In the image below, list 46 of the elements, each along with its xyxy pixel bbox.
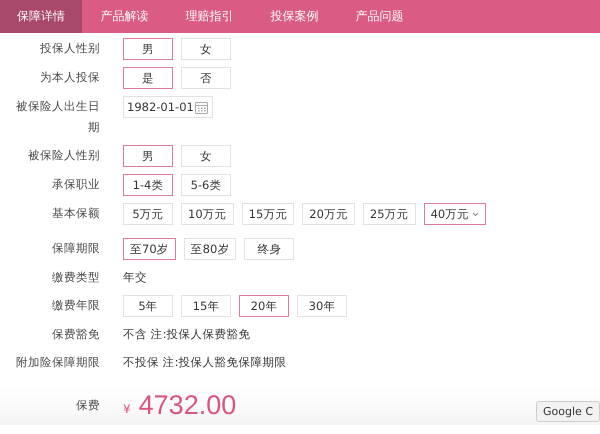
field-label: 保障期限: [51, 240, 100, 257]
option-button[interactable]: 20万元: [302, 203, 355, 225]
tab[interactable]: 理赔指引: [167, 0, 252, 33]
field-label: 缴费类型: [51, 269, 100, 286]
option-button[interactable]: 1-4类: [123, 174, 173, 196]
field-label: 承保职业: [51, 176, 100, 193]
option-button[interactable]: 女: [181, 145, 231, 167]
field-label: 保费豁免: [51, 326, 100, 343]
option-button[interactable]: 5-6类: [181, 174, 231, 196]
option-button[interactable]: 是: [123, 67, 173, 89]
option-button[interactable]: 否: [181, 67, 231, 89]
option-button[interactable]: 5万元: [123, 203, 173, 225]
option-button[interactable]: 15万元: [242, 203, 294, 225]
option-button[interactable]: 25万元: [362, 203, 416, 225]
tab[interactable]: 保障详情: [0, 0, 82, 33]
field-label: 投保人性别: [39, 40, 100, 57]
date-field[interactable]: 1982-01-01: [123, 96, 213, 118]
field-value: 年交: [123, 269, 147, 286]
field-label: 为本人投保: [39, 69, 100, 86]
field-label: 附加险保障期限: [15, 354, 100, 371]
option-button[interactable]: 至70岁: [123, 238, 176, 260]
tab[interactable]: 产品问题: [337, 0, 422, 33]
option-button[interactable]: 男: [123, 145, 173, 167]
option-button[interactable]: 40万元: [424, 203, 486, 225]
premium-label: 保费: [75, 396, 100, 414]
field-label: 基本保额: [51, 205, 100, 222]
option-button[interactable]: 20年: [239, 295, 289, 317]
option-button[interactable]: 30年: [297, 295, 347, 317]
option-button[interactable]: 5年: [123, 295, 173, 317]
field-label: 缴费年限: [51, 297, 100, 314]
tab[interactable]: 产品解读: [82, 0, 167, 33]
field-label: 被保险人出生日期: [15, 98, 100, 136]
field-value: 不含 注:投保人保费豁免: [123, 326, 251, 343]
premium-amount: 4732.00: [138, 390, 236, 420]
field-label: 被保险人性别: [27, 147, 100, 164]
currency-symbol: ¥: [123, 402, 131, 416]
option-button[interactable]: 男: [123, 38, 173, 60]
option-button[interactable]: 至80岁: [184, 238, 236, 260]
calendar-icon[interactable]: [195, 100, 208, 114]
tooltip: Google C: [536, 401, 600, 422]
option-button[interactable]: 10万元: [181, 203, 234, 225]
field-value: 不投保 注:投保人豁免保障期限: [123, 354, 287, 371]
option-button[interactable]: 终身: [244, 238, 294, 260]
option-button[interactable]: 15年: [181, 295, 231, 317]
tab[interactable]: 投保案例: [252, 0, 337, 33]
option-button[interactable]: 女: [181, 38, 231, 60]
